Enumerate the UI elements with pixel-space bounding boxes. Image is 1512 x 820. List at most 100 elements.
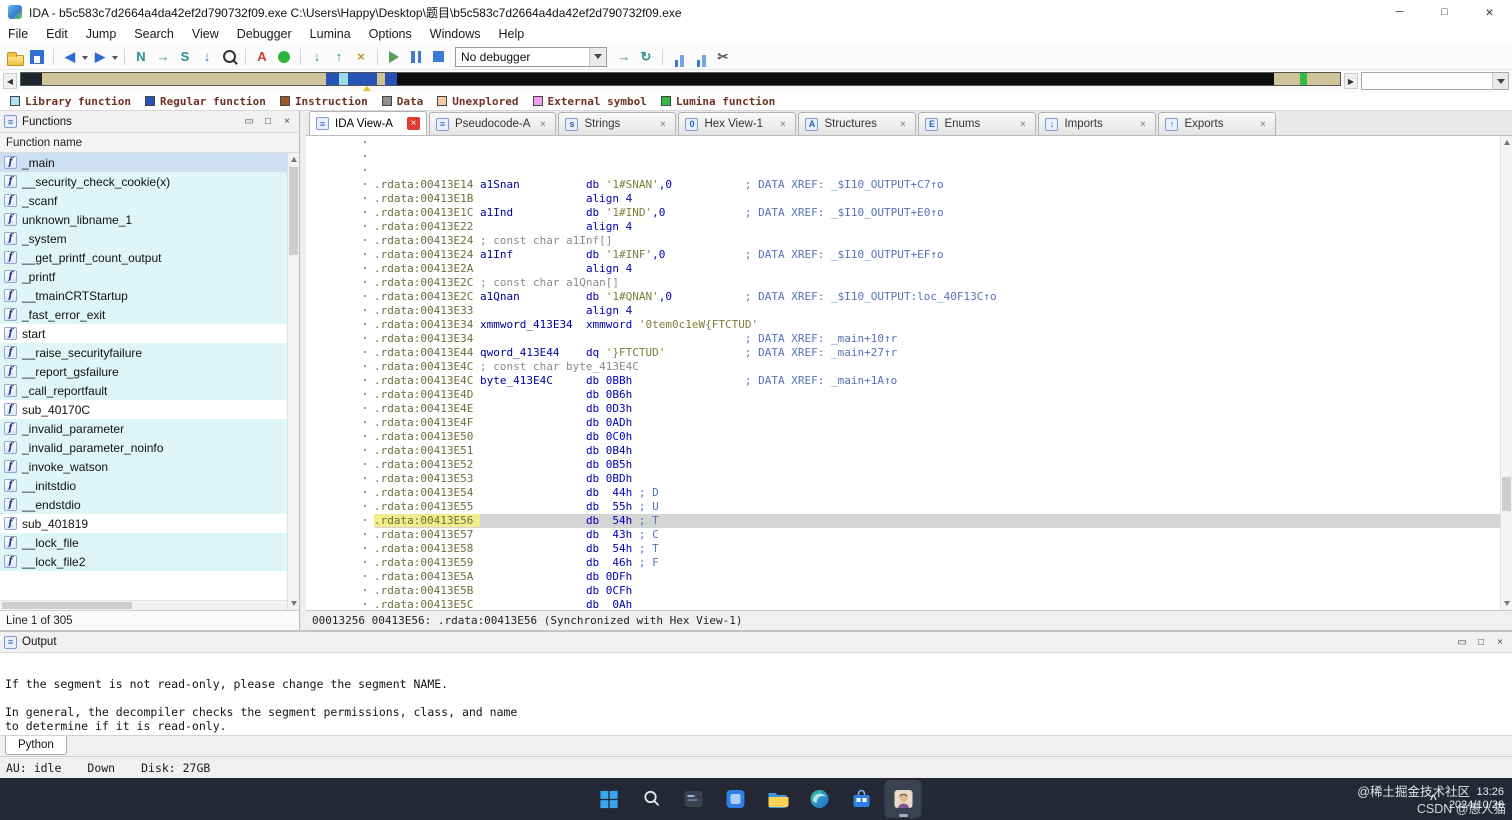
function-calls-button[interactable] [691, 47, 711, 67]
attach-process-button[interactable]: → [614, 47, 634, 67]
menu-item-lumina[interactable]: Lumina [310, 27, 351, 41]
scissors-button[interactable]: ✂ [713, 47, 733, 67]
menu-item-debugger[interactable]: Debugger [237, 27, 292, 41]
menu-item-file[interactable]: File [8, 27, 28, 41]
disasm-line[interactable]: .rdata:00413E52 db 0B5h [374, 458, 1512, 472]
disasm-line[interactable]: .rdata:00413E2C a1Qnan db '1#QNAN',0 ; D… [374, 290, 1512, 304]
functions-vertical-scrollbar[interactable] [287, 153, 299, 610]
disasm-line[interactable]: .rdata:00413E33 align 4 [374, 304, 1512, 318]
disasm-line[interactable]: .rdata:00413E34 ; DATA XREF: _main+10↑r [374, 332, 1512, 346]
menu-item-edit[interactable]: Edit [46, 27, 68, 41]
tab-close-icon[interactable]: × [656, 118, 669, 131]
disasm-line[interactable]: .rdata:00413E53 db 0BDh [374, 472, 1512, 486]
disasm-line[interactable]: .rdata:00413E14 a1Snan db '1#SNAN',0 ; D… [374, 178, 1512, 192]
function-row[interactable]: f __endstdio [0, 495, 287, 514]
disasm-line[interactable]: .rdata:00413E5B db 0CFh [374, 584, 1512, 598]
disasm-line[interactable]: .rdata:00413E24 a1Inf db '1#INF',0 ; DAT… [374, 248, 1512, 262]
flow-chart-button[interactable] [669, 47, 689, 67]
function-row[interactable]: f _invalid_parameter_noinfo [0, 438, 287, 457]
jump-down-button[interactable]: ↓ [197, 47, 217, 67]
close-button[interactable]: × [279, 114, 295, 130]
tab-imports[interactable]: ↓ Imports × [1038, 112, 1157, 135]
disasm-line[interactable]: .rdata:00413E24 ; const char a1Inf[] [374, 234, 1512, 248]
file-explorer-button[interactable] [759, 780, 796, 818]
save-file-button[interactable] [27, 47, 47, 67]
tab-strings[interactable]: s Strings × [558, 112, 677, 135]
navband-range-combo[interactable] [1361, 72, 1509, 90]
discard-metadata-button[interactable]: × [351, 47, 371, 67]
scrollbar-thumb[interactable] [2, 602, 132, 609]
ida-app-button[interactable] [884, 780, 922, 818]
function-row[interactable]: f sub_401819 [0, 514, 287, 533]
disasm-line[interactable]: .rdata:00413E2C ; const char a1Qnan[] [374, 276, 1512, 290]
function-row[interactable]: f sub_40170C [0, 400, 287, 419]
disasm-line[interactable]: .rdata:00413E50 db 0C0h [374, 430, 1512, 444]
tab-close-icon[interactable]: × [896, 118, 909, 131]
menu-item-view[interactable]: View [192, 27, 219, 41]
jump-address-button[interactable]: → [153, 47, 173, 67]
menu-item-help[interactable]: Help [498, 27, 524, 41]
tab-python[interactable]: Python [5, 735, 67, 755]
refresh-memory-button[interactable]: ↻ [636, 47, 656, 67]
output-body[interactable]: If the segment is not read-only, please … [0, 653, 1512, 734]
close-button[interactable]: × [1492, 634, 1508, 650]
function-row[interactable]: f __initstdio [0, 476, 287, 495]
disasm-line[interactable]: .rdata:00413E58 db 54h ; T [374, 542, 1512, 556]
float-button[interactable]: □ [260, 114, 276, 130]
scrollbar-thumb[interactable] [289, 167, 298, 255]
pause-process-button[interactable] [406, 47, 426, 67]
lumina-button[interactable] [278, 50, 290, 63]
disasm-line[interactable]: .rdata:00413E2A align 4 [374, 262, 1512, 276]
push-metadata-button[interactable]: ↑ [329, 47, 349, 67]
menu-item-windows[interactable]: Windows [430, 27, 481, 41]
function-row[interactable]: f _system [0, 229, 287, 248]
minimize-button[interactable]: ─ [1377, 0, 1422, 24]
disasm-line[interactable]: .rdata:00413E34 xmmword_413E34 xmmword '… [374, 318, 1512, 332]
edge-browser-button[interactable] [801, 780, 838, 818]
function-row[interactable]: f __lock_file [0, 533, 287, 552]
disasm-line[interactable]: .rdata:00413E54 db 44h ; D [374, 486, 1512, 500]
navigate-back-button[interactable]: ◀ [60, 47, 80, 67]
disasm-line[interactable]: .rdata:00413E59 db 46h ; F [374, 556, 1512, 570]
disasm-line[interactable]: .rdata:00413E4C byte_413E4C db 0BBh ; DA… [374, 374, 1512, 388]
function-row[interactable]: f _invoke_watson [0, 457, 287, 476]
pull-metadata-button[interactable]: ↓ [307, 47, 327, 67]
tab-hex-view-1[interactable]: 0 Hex View-1 × [678, 112, 797, 135]
navband-scroll-left-icon[interactable]: ◀ [3, 73, 17, 89]
disasm-line[interactable]: .rdata:00413E44 qword_413E44 dq '}FTCTUD… [374, 346, 1512, 360]
tab-close-icon[interactable]: × [1136, 118, 1149, 131]
disasm-line[interactable]: .rdata:00413E4D db 0B6h [374, 388, 1512, 402]
function-row[interactable]: f __raise_securityfailure [0, 343, 287, 362]
start-process-button[interactable] [384, 47, 404, 67]
start-button[interactable] [591, 780, 628, 818]
disasm-line[interactable]: .rdata:00413E5C db 0Ah [374, 598, 1512, 610]
function-row[interactable]: f _invalid_parameter [0, 419, 287, 438]
stop-process-button[interactable] [428, 47, 448, 67]
dock-button[interactable]: ▭ [1454, 634, 1470, 650]
set-colors-button[interactable]: A [252, 47, 272, 67]
settings-app-button[interactable] [717, 780, 754, 818]
disasm-line[interactable]: .rdata:00413E4E db 0D3h [374, 402, 1512, 416]
function-row[interactable]: f _call_reportfault [0, 381, 287, 400]
function-name-column-header[interactable]: Function name [0, 133, 299, 153]
tab-close-icon[interactable]: × [1256, 118, 1269, 131]
disasm-line[interactable]: .rdata:00413E4C ; const char byte_413E4C [374, 360, 1512, 374]
dock-button[interactable]: ▭ [241, 114, 257, 130]
disasm-line[interactable]: .rdata:00413E1C a1Ind db '1#IND',0 ; DAT… [374, 206, 1512, 220]
disasm-line[interactable]: .rdata:00413E5A db 0DFh [374, 570, 1512, 584]
jump-segment-button[interactable]: S [175, 47, 195, 67]
function-row[interactable]: f start [0, 324, 287, 343]
jump-name-button[interactable]: N [131, 47, 151, 67]
tray-chevron-icon[interactable]: ^ [1430, 792, 1437, 806]
tab-pseudocode-a[interactable]: ≡ Pseudocode-A × [429, 112, 557, 135]
open-file-button[interactable] [5, 47, 25, 67]
disasm-line[interactable]: .rdata:00413E55 db 55h ; U [374, 500, 1512, 514]
tab-close-icon[interactable]: × [536, 118, 549, 131]
tab-ida-view-a[interactable]: ≡ IDA View-A × [309, 111, 427, 135]
taskbar-clock[interactable]: 13:26 2024/10/26 [1449, 786, 1504, 812]
disasm-line[interactable]: .rdata:00413E1B align 4 [374, 192, 1512, 206]
tab-exports[interactable]: ↑ Exports × [1158, 112, 1277, 135]
scrollbar-thumb[interactable] [1502, 477, 1511, 512]
debugger-selector[interactable]: No debugger [455, 46, 607, 67]
search-button[interactable] [633, 780, 670, 818]
